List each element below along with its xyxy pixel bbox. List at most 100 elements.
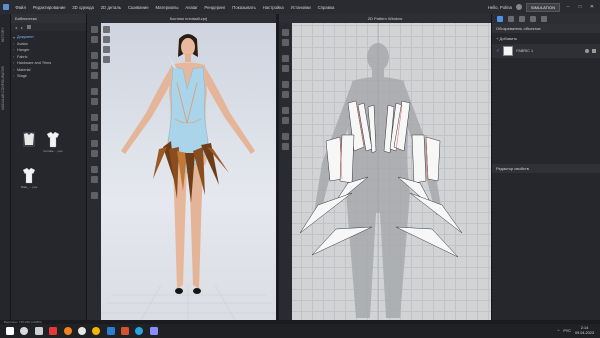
2d-tool-rectangle-icon[interactable] — [282, 65, 289, 72]
2d-tool-edit-point-icon[interactable] — [282, 39, 289, 46]
clo-icon[interactable] — [149, 327, 158, 335]
windows-taskbar: ^ РУС 2:14 09.04.2023 — [0, 324, 600, 338]
yandex-icon[interactable] — [77, 327, 86, 335]
telegram-icon[interactable] — [135, 327, 144, 335]
menu-materials[interactable]: Материалы — [152, 5, 182, 10]
search-icon[interactable] — [20, 327, 29, 335]
simulation-button[interactable]: SIMULATION — [525, 2, 560, 12]
thumb-female-pose[interactable]: Female ... pos — [43, 129, 63, 155]
chrome-icon[interactable] — [92, 327, 101, 335]
tool-pin-icon[interactable] — [90, 62, 98, 69]
menu-3d-garment[interactable]: 3D одежда — [69, 5, 97, 10]
2d-tool-transform-icon[interactable] — [282, 29, 289, 36]
thumb-male-pose[interactable]: Male_... pos — [19, 165, 39, 191]
maximize-icon[interactable]: □ — [576, 4, 584, 10]
object-browser-tabs — [492, 14, 600, 24]
3d-toolbar — [87, 14, 101, 320]
ok-icon[interactable] — [63, 327, 72, 335]
2d-tool-notch-icon[interactable] — [282, 143, 289, 150]
library-tree: ▾ Документ › Avatar › Hanger › Fabric › Hardw… — [11, 31, 86, 83]
menu-render[interactable]: Рендеринг — [201, 5, 229, 10]
fabric-tab-icon[interactable] — [497, 16, 503, 22]
2d-toolbar — [279, 23, 292, 320]
tshirt-icon — [22, 167, 36, 184]
minimize-icon[interactable]: – — [564, 4, 572, 10]
fabric-menu-icon[interactable] — [592, 49, 596, 53]
menu-help[interactable]: Справка — [314, 5, 338, 10]
tool-brush-icon[interactable] — [90, 98, 98, 105]
modular-configurator-tab[interactable]: MODULAR CONFIGURATOR — [1, 58, 10, 118]
tool-button-icon[interactable] — [90, 140, 98, 147]
2d-pattern-window[interactable]: 2D Pattern Window — [279, 14, 491, 320]
tool-tack-icon[interactable] — [90, 88, 98, 95]
fabric-name: FABRIC 1 — [516, 49, 534, 53]
fabric-swatch — [503, 46, 514, 56]
menu-settings[interactable]: Настройка — [259, 5, 287, 10]
clock[interactable]: 2:14 09.04.2023 — [575, 326, 594, 335]
close-icon[interactable]: ✕ — [588, 4, 596, 10]
back-icon[interactable]: ◂ — [15, 25, 17, 30]
user-icon[interactable] — [515, 4, 522, 10]
thumb-folder[interactable] — [19, 129, 39, 155]
menu-bar: Файл Редактирование 3D одежда 2D деталь … — [0, 0, 600, 14]
pdf-icon[interactable] — [49, 327, 58, 335]
property-editor-title: Редактор свойств — [492, 164, 600, 173]
menu-file[interactable]: Файл — [12, 5, 29, 10]
menu-avatar[interactable]: Avatar — [182, 5, 201, 10]
checkmark-icon: ✓ — [496, 48, 501, 54]
library-panel: Библиотека ◂ ▸ ▾ Документ › Avatar › Hanger… — [11, 14, 87, 320]
2d-tool-dart-icon[interactable] — [282, 91, 289, 98]
fabric-apply-icon[interactable] — [585, 49, 589, 53]
2d-tool-fold-icon[interactable] — [282, 133, 289, 140]
menu-sewing[interactable]: Сшивание — [125, 5, 153, 10]
menu-display[interactable]: Показывать — [229, 5, 259, 10]
tool-texture-icon[interactable] — [90, 114, 98, 121]
task-view-icon[interactable] — [34, 327, 43, 335]
tool-select-icon[interactable] — [90, 26, 98, 33]
powerpoint-icon[interactable] — [121, 327, 129, 335]
history-tab[interactable]: HISTORY — [1, 20, 10, 50]
2d-tool-free-sewing-icon[interactable] — [282, 117, 289, 124]
menu-preferences[interactable]: Установки — [287, 5, 314, 10]
2d-window-title: 2D Pattern Window — [279, 14, 491, 23]
tool-move-icon[interactable] — [90, 36, 98, 43]
left-side-strip: HISTORY MODULAR CONFIGURATOR — [0, 14, 11, 320]
tool-measure-icon[interactable] — [90, 72, 98, 79]
3d-window-title: Костюм готовый.zprj — [101, 14, 276, 23]
user-greeting[interactable]: Hello, Polina — [488, 5, 512, 10]
button-tab-icon[interactable] — [508, 16, 514, 22]
buttonhole-tab-icon[interactable] — [519, 16, 525, 22]
pattern-canvas[interactable] — [292, 23, 491, 320]
fabric-list-item[interactable]: ✓ FABRIC 1 — [492, 44, 600, 58]
tool-zipper-icon[interactable] — [90, 150, 98, 157]
forward-icon[interactable]: ▸ — [21, 25, 23, 30]
3d-viewport[interactable]: Костюм готовый.zprj — [101, 14, 276, 320]
tool-fold-icon[interactable] — [90, 52, 98, 59]
menu-2d-pattern[interactable]: 2D деталь — [97, 5, 124, 10]
library-item-stage[interactable]: › Stage — [13, 73, 84, 80]
2d-tool-internal-line-icon[interactable] — [282, 81, 289, 88]
object-browser-title: Обозреватель объектов — [492, 24, 600, 33]
grid-view-icon[interactable] — [27, 25, 32, 29]
tool-piping-icon[interactable] — [90, 166, 98, 173]
tool-avatar-icon[interactable] — [90, 192, 98, 199]
language-indicator[interactable]: РУС — [563, 329, 571, 333]
tshirt-icon — [46, 131, 60, 148]
word-icon[interactable] — [106, 327, 115, 335]
menu-edit[interactable]: Редактирование — [29, 5, 69, 10]
2d-tool-segment-sewing-icon[interactable] — [282, 107, 289, 114]
library-toolbar: ◂ ▸ — [11, 23, 86, 31]
avatar-figure[interactable] — [101, 23, 276, 320]
chevron-up-icon[interactable]: ^ — [558, 329, 560, 333]
tool-trim-icon[interactable] — [90, 176, 98, 183]
property-editor-panel: Редактор свойств — [491, 164, 600, 320]
2d-tool-polygon-icon[interactable] — [282, 55, 289, 62]
start-icon[interactable] — [6, 327, 14, 335]
graphic-tab-icon[interactable] — [541, 16, 547, 22]
topstitch-tab-icon[interactable] — [530, 16, 536, 22]
tool-graphic-icon[interactable] — [90, 124, 98, 131]
thumb-caption: Male_... pos — [20, 185, 38, 189]
shirt-folder-icon — [23, 132, 35, 147]
app-logo — [0, 0, 12, 14]
add-fabric-button[interactable]: + Добавить — [496, 36, 596, 41]
